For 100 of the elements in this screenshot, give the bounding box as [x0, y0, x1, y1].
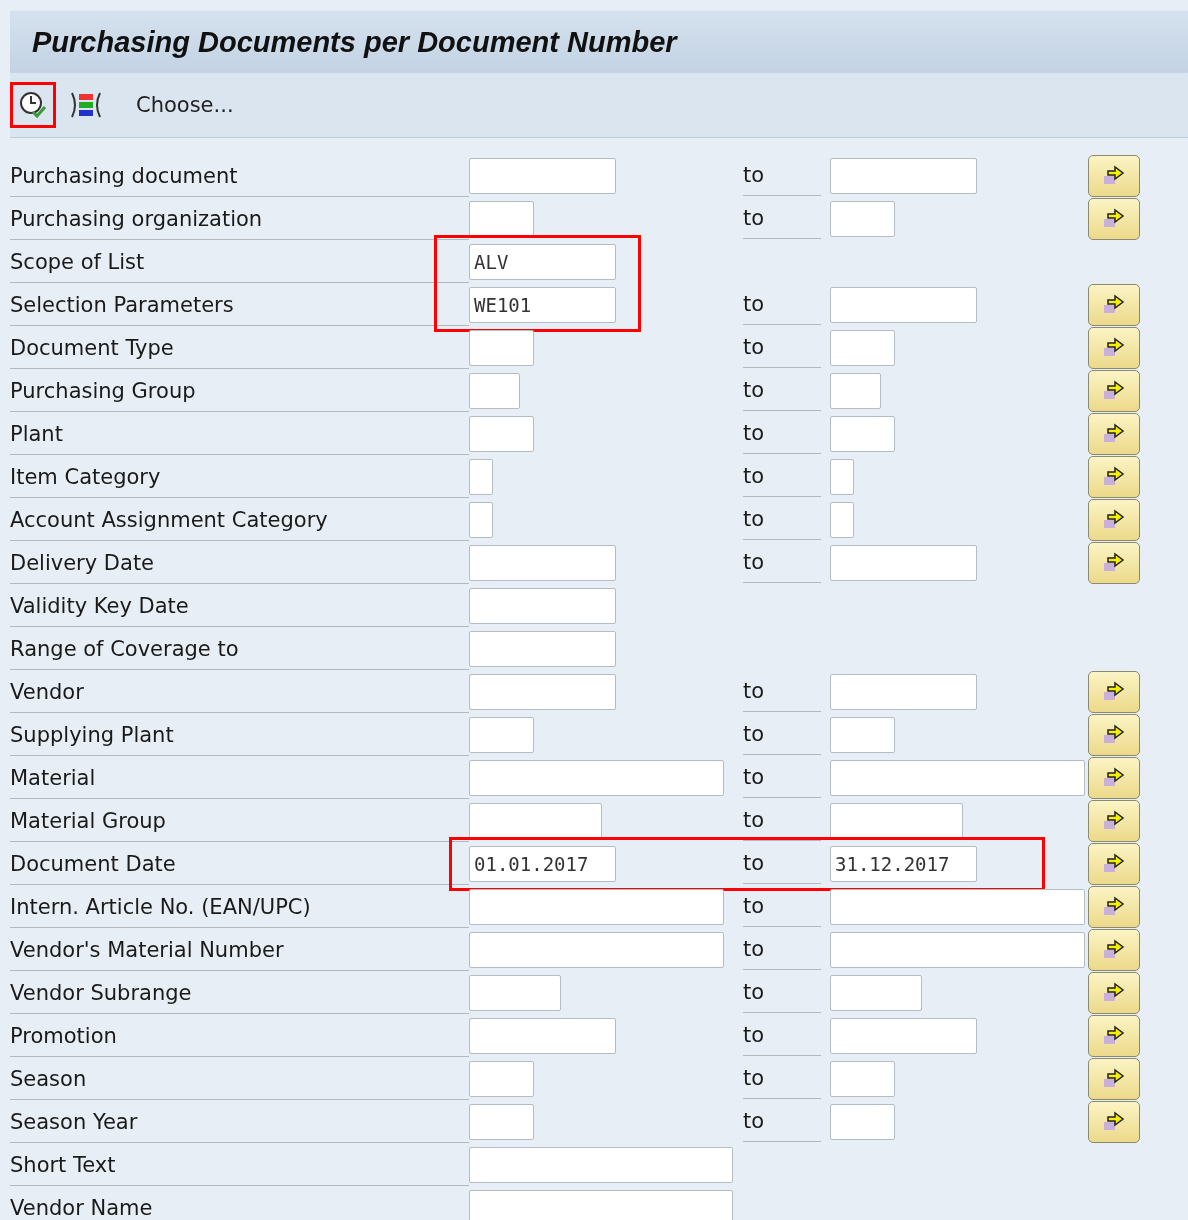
field-label: Account Assignment Category	[10, 498, 469, 541]
to-field[interactable]	[830, 329, 895, 366]
multiple-selection-button[interactable]	[1088, 799, 1140, 842]
clock-check-icon	[18, 90, 48, 120]
to-field[interactable]	[830, 372, 881, 409]
to-label: to	[743, 499, 821, 540]
to-label: to	[743, 929, 821, 970]
multiple-selection-button[interactable]	[1088, 971, 1140, 1014]
field-label: Purchasing Group	[10, 369, 469, 412]
field-label: Promotion	[10, 1014, 469, 1057]
to-field[interactable]	[830, 931, 1085, 968]
multiple-selection-button[interactable]	[1088, 928, 1140, 971]
from-field[interactable]: ALV	[469, 243, 616, 280]
field-label: Season	[10, 1057, 469, 1100]
multiple-selection-button[interactable]	[1088, 197, 1140, 240]
multiple-selection-button[interactable]	[1088, 369, 1140, 412]
to-field[interactable]	[830, 1060, 895, 1097]
to-field[interactable]: 31.12.2017	[830, 845, 977, 882]
to-field[interactable]	[830, 716, 895, 753]
from-field[interactable]	[469, 931, 724, 968]
to-field[interactable]	[830, 458, 854, 495]
multiple-selection-button[interactable]	[1088, 455, 1140, 498]
to-label: to	[743, 714, 821, 755]
field-label: Purchasing organization	[10, 197, 469, 240]
multiple-selection-button[interactable]	[1088, 283, 1140, 326]
field-label: Document Date	[10, 842, 469, 885]
from-field[interactable]	[469, 1146, 733, 1183]
from-field[interactable]	[469, 1103, 534, 1140]
field-label: Selection Parameters	[10, 283, 469, 326]
to-field[interactable]	[830, 1103, 895, 1140]
from-field[interactable]	[469, 544, 616, 581]
to-label: to	[743, 284, 821, 325]
to-label: to	[743, 843, 821, 884]
field-label: Material	[10, 756, 469, 799]
from-field[interactable]	[469, 415, 534, 452]
multiple-selection-button[interactable]	[1088, 326, 1140, 369]
from-field[interactable]	[469, 157, 616, 194]
multiple-selection-button[interactable]	[1088, 670, 1140, 713]
to-field[interactable]	[830, 888, 1085, 925]
multiple-selection-button[interactable]	[1088, 842, 1140, 885]
multiple-selection-button[interactable]	[1088, 498, 1140, 541]
multiple-selection-button[interactable]	[1088, 154, 1140, 197]
field-label: Supplying Plant	[10, 713, 469, 756]
to-label: to	[743, 198, 821, 239]
from-field[interactable]	[469, 587, 616, 624]
multiple-selection-button[interactable]	[1088, 1057, 1140, 1100]
to-field[interactable]	[830, 200, 895, 237]
from-field[interactable]	[469, 200, 534, 237]
from-field[interactable]	[469, 1189, 733, 1220]
from-field[interactable]	[469, 759, 724, 796]
field-label: Purchasing document	[10, 154, 469, 197]
from-field[interactable]	[469, 329, 534, 366]
from-field[interactable]: WE101	[469, 286, 616, 323]
field-label: Document Type	[10, 326, 469, 369]
to-label: to	[743, 456, 821, 497]
to-field[interactable]	[830, 157, 977, 194]
to-label: to	[743, 370, 821, 411]
field-label: Intern. Article No. (EAN/UPC)	[10, 885, 469, 928]
variant-icon[interactable]	[70, 90, 102, 120]
to-field[interactable]	[830, 501, 854, 538]
choose-button[interactable]: Choose...	[136, 93, 234, 117]
from-field[interactable]	[469, 372, 520, 409]
to-field[interactable]	[830, 415, 895, 452]
field-label: Validity Key Date	[10, 584, 469, 627]
field-label: Season Year	[10, 1100, 469, 1143]
to-label: to	[743, 327, 821, 368]
from-field[interactable]	[469, 630, 616, 667]
field-label: Item Category	[10, 455, 469, 498]
from-field[interactable]	[469, 1060, 534, 1097]
to-label: to	[743, 1101, 821, 1142]
to-field[interactable]	[830, 544, 977, 581]
multiple-selection-button[interactable]	[1088, 1100, 1140, 1143]
to-field[interactable]	[830, 759, 1085, 796]
from-field[interactable]	[469, 974, 561, 1011]
from-field[interactable]	[469, 673, 616, 710]
from-field[interactable]	[469, 458, 493, 495]
multiple-selection-button[interactable]	[1088, 713, 1140, 756]
to-label: to	[743, 972, 821, 1013]
multiple-selection-button[interactable]	[1088, 1014, 1140, 1057]
to-field[interactable]	[830, 1017, 977, 1054]
multiple-selection-button[interactable]	[1088, 541, 1140, 584]
to-label: to	[743, 542, 821, 583]
from-field[interactable]: 01.01.2017	[469, 845, 616, 882]
screen-title: Purchasing Documents per Document Number	[10, 10, 1188, 73]
to-label: to	[743, 671, 821, 712]
from-field[interactable]	[469, 802, 602, 839]
multiple-selection-button[interactable]	[1088, 885, 1140, 928]
multiple-selection-button[interactable]	[1088, 756, 1140, 799]
from-field[interactable]	[469, 501, 493, 538]
to-field[interactable]	[830, 673, 977, 710]
from-field[interactable]	[469, 716, 534, 753]
to-field[interactable]	[830, 974, 922, 1011]
to-field[interactable]	[830, 802, 963, 839]
to-label: to	[743, 757, 821, 798]
execute-button[interactable]	[10, 82, 56, 128]
multiple-selection-button[interactable]	[1088, 412, 1140, 455]
from-field[interactable]	[469, 888, 724, 925]
to-field[interactable]	[830, 286, 977, 323]
to-label: to	[743, 1015, 821, 1056]
from-field[interactable]	[469, 1017, 616, 1054]
